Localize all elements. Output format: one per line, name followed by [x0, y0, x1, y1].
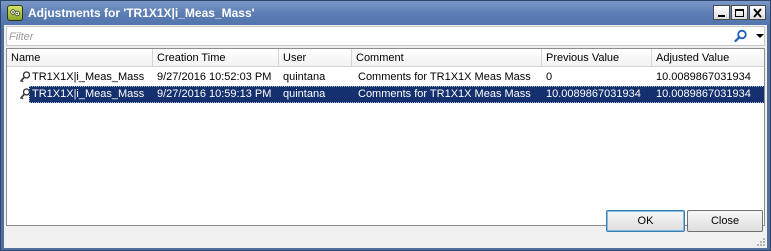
cell-previous-value: 0 [546, 71, 553, 83]
search-icon[interactable] [734, 29, 748, 43]
cell-comment: Comments for TR1X1X Meas Mass [358, 88, 531, 100]
column-header-comment[interactable]: Comment [352, 49, 542, 67]
cell-previous-value: 10.0089867031934 [546, 88, 641, 100]
column-header-previous-value[interactable]: Previous Value [542, 49, 652, 67]
table-row-selected[interactable]: TR1X1X|i_Meas_Mass 9/27/2016 10:59:13 PM… [7, 86, 764, 103]
close-button[interactable]: Close [687, 210, 763, 232]
cell-name: TR1X1X|i_Meas_Mass [32, 71, 145, 83]
cell-creation-time: 9/27/2016 10:52:03 PM [157, 71, 272, 83]
column-header-creation-time[interactable]: Creation Time [153, 49, 279, 67]
table-header: Name Creation Time User Comment Previous… [7, 49, 764, 67]
ok-button[interactable]: OK [606, 210, 685, 232]
cell-user: quintana [283, 71, 326, 83]
filter-bar [6, 26, 765, 46]
title-bar[interactable]: Adjustments for 'TR1X1X|i_Meas_Mass' [1, 1, 770, 25]
maximize-icon [735, 9, 744, 17]
cell-comment: Comments for TR1X1X Meas Mass [358, 71, 531, 83]
column-header-user[interactable]: User [279, 49, 352, 67]
cell-adjusted-value: 10.0089867031934 [656, 71, 751, 83]
adjustments-dialog: Adjustments for 'TR1X1X|i_Meas_Mass' Fil… [0, 0, 771, 251]
chevron-down-icon[interactable] [755, 32, 765, 40]
minimize-icon [718, 15, 725, 17]
window-title: Adjustments for 'TR1X1X|i_Meas_Mass' [28, 6, 255, 20]
cell-creation-time: 9/27/2016 10:59:13 PM [157, 88, 272, 100]
column-header-name[interactable]: Name [7, 49, 153, 67]
close-icon [753, 8, 762, 18]
cell-name: TR1X1X|i_Meas_Mass [32, 88, 145, 100]
dialog-client-area: Name Creation Time User Comment Previous… [4, 25, 767, 248]
column-header-adjusted-value[interactable]: Adjusted Value [652, 49, 764, 67]
filter-input[interactable] [9, 29, 709, 44]
adjustment-icon [19, 71, 31, 83]
app-logo-icon [7, 5, 23, 21]
resize-grip-icon[interactable] [756, 237, 766, 247]
table-row[interactable]: TR1X1X|i_Meas_Mass 9/27/2016 10:52:03 PM… [7, 69, 764, 86]
maximize-button[interactable] [731, 5, 748, 20]
cell-user: quintana [283, 88, 326, 100]
cell-adjusted-value: 10.0089867031934 [656, 88, 751, 100]
adjustments-table: Name Creation Time User Comment Previous… [6, 48, 765, 226]
close-window-button[interactable] [749, 5, 766, 20]
adjustment-icon [19, 88, 31, 100]
minimize-button[interactable] [713, 5, 730, 20]
